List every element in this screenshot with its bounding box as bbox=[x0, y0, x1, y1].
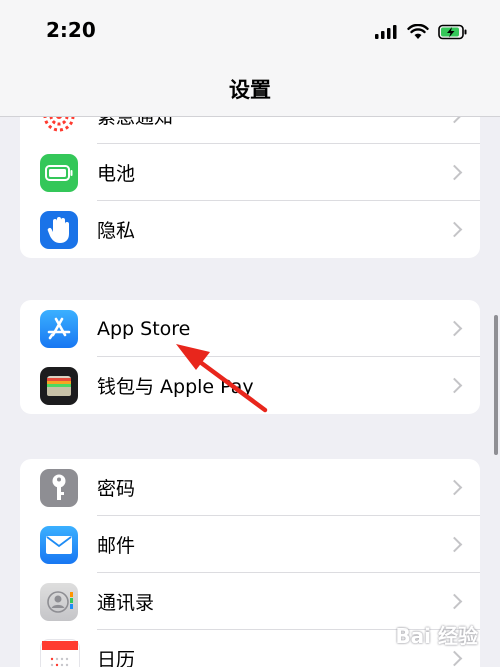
chevron-right-icon bbox=[446, 164, 463, 180]
status-icons bbox=[374, 20, 468, 44]
settings-row-exposure-notification[interactable]: 紧急通知 bbox=[20, 117, 480, 144]
chevron-right-icon bbox=[446, 221, 463, 237]
settings-group-1: 紧急通知 电池 隐私 bbox=[20, 117, 480, 258]
chevron-right-icon bbox=[446, 377, 463, 393]
settings-row-battery[interactable]: 电池 bbox=[20, 144, 480, 201]
cellular-signal-icon bbox=[375, 25, 397, 39]
settings-row-wallet[interactable]: 钱包与 Apple Pay bbox=[20, 357, 480, 414]
chevron-right-icon bbox=[446, 479, 463, 495]
settings-row-label: 钱包与 Apple Pay bbox=[97, 376, 254, 398]
mail-icon bbox=[40, 525, 78, 564]
app-store-icon bbox=[40, 309, 78, 348]
wifi-icon bbox=[407, 24, 429, 39]
settings-row-privacy[interactable]: 隐私 bbox=[20, 201, 480, 258]
settings-row-label: 紧急通知 bbox=[97, 117, 174, 128]
contacts-icon bbox=[40, 582, 78, 621]
chevron-right-icon bbox=[446, 536, 463, 552]
watermark-logo: Bai 经验 bbox=[395, 624, 478, 648]
hand-privacy-icon bbox=[40, 210, 78, 249]
calendar-icon bbox=[40, 638, 80, 667]
scrollbar[interactable] bbox=[494, 315, 498, 455]
chevron-right-icon bbox=[446, 320, 463, 336]
status-bar: 2:20 bbox=[0, 0, 500, 62]
settings-row-app-store[interactable]: App Store bbox=[20, 300, 480, 357]
page-title: 设置 bbox=[229, 78, 271, 102]
chevron-right-icon bbox=[446, 117, 463, 123]
settings-row-label: 日历 bbox=[97, 649, 136, 667]
settings-group-2: App Store 钱包与 Apple Pay bbox=[20, 300, 480, 414]
settings-row-label: 通讯录 bbox=[97, 592, 155, 614]
settings-list[interactable]: 紧急通知 电池 隐私 App Store 钱包与 Apple Pay 密码 邮件… bbox=[0, 117, 500, 667]
chevron-right-icon bbox=[446, 650, 463, 666]
settings-row-mail[interactable]: 邮件 bbox=[20, 516, 480, 573]
key-icon bbox=[40, 468, 78, 507]
navigation-bar: 设置 bbox=[0, 62, 500, 117]
settings-row-label: 隐私 bbox=[97, 220, 136, 242]
status-time: 2:20 bbox=[46, 18, 96, 42]
settings-row-label: 邮件 bbox=[97, 535, 136, 557]
battery-charging-icon bbox=[438, 24, 467, 40]
settings-row-label: 密码 bbox=[97, 478, 136, 500]
settings-row-label: 电池 bbox=[97, 163, 136, 185]
exposure-notification-icon bbox=[40, 117, 78, 135]
battery-icon bbox=[40, 153, 78, 192]
settings-row-label: App Store bbox=[97, 317, 191, 340]
settings-row-passwords[interactable]: 密码 bbox=[20, 459, 480, 516]
chevron-right-icon bbox=[446, 593, 463, 609]
wallet-icon bbox=[40, 366, 78, 405]
